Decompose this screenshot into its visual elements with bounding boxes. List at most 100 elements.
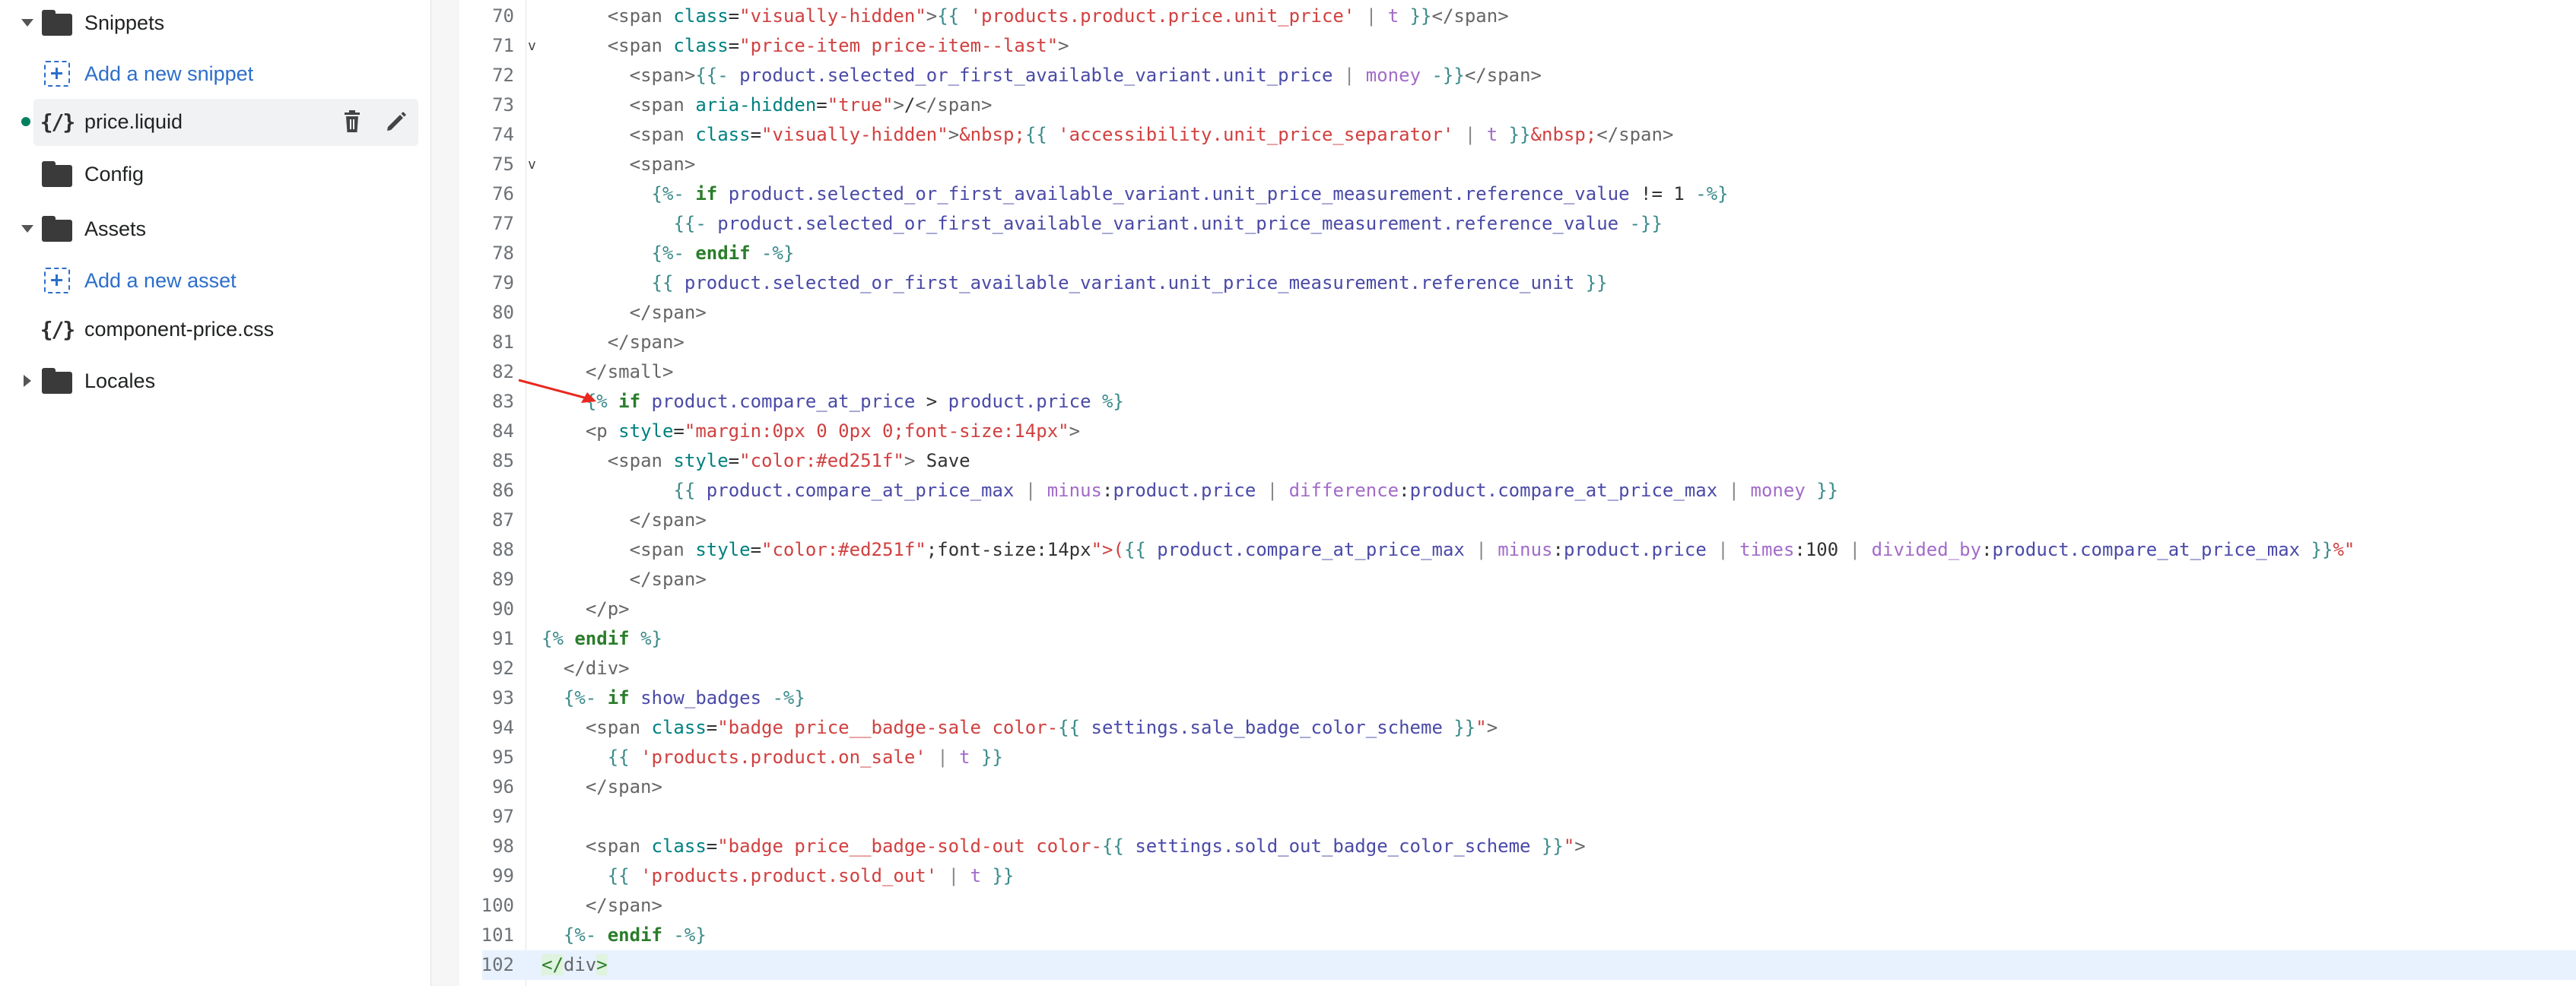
folder-icon	[40, 366, 75, 396]
code-line[interactable]: <span class="price-item price-item--last…	[542, 31, 1069, 61]
folder-label: Locales	[84, 369, 156, 392]
code-line[interactable]: <span style="color:#ed251f";font-size:14…	[542, 535, 2355, 565]
add-file-icon	[40, 265, 75, 296]
folder-icon	[40, 214, 75, 244]
line-number: 98	[492, 835, 514, 857]
trash-icon[interactable]	[339, 109, 365, 135]
code-file-icon: {/}	[40, 109, 76, 135]
code-line[interactable]: </span>	[542, 328, 684, 357]
line-number: 81	[492, 331, 514, 353]
caret-right-icon[interactable]	[17, 370, 38, 392]
line-number: 76	[492, 183, 514, 204]
code-line[interactable]: {%- endif -%}	[542, 921, 707, 950]
folder-label: Snippets	[84, 11, 165, 34]
line-number: 85	[492, 450, 514, 471]
folder-assets[interactable]: Assets	[0, 206, 430, 252]
folder-icon	[40, 159, 75, 189]
file-price-liquid[interactable]: {/} price.liquid	[0, 99, 430, 146]
code-line[interactable]: </span>	[542, 298, 707, 328]
code-line[interactable]: {{ product.selected_or_first_available_v…	[542, 268, 1608, 298]
add-snippet-label[interactable]: Add a new snippet	[84, 62, 253, 86]
code-line[interactable]: <span style="color:#ed251f"> Save	[542, 446, 970, 476]
line-number: 84	[492, 420, 514, 442]
fold-toggle-icon[interactable]: v	[528, 31, 542, 61]
line-number: 70	[492, 5, 514, 27]
line-number: 83	[492, 391, 514, 412]
code-line[interactable]: </span>	[542, 772, 662, 802]
line-number: 97	[492, 806, 514, 827]
line-number: 74	[492, 124, 514, 145]
code-line[interactable]: <span class="visually-hidden">{{ 'produc…	[542, 2, 1509, 31]
folder-label: Config	[84, 162, 145, 185]
line-number: 89	[492, 569, 514, 590]
line-number: 100	[481, 895, 514, 916]
file-label: price.liquid	[84, 109, 183, 133]
code-line[interactable]: {%- if product.selected_or_first_availab…	[542, 179, 1729, 209]
file-tree-sidebar: Snippets Add a new snippet {/} price.liq…	[0, 0, 430, 986]
code-line[interactable]: {%- endif -%}	[542, 239, 795, 268]
line-number: 92	[492, 658, 514, 679]
line-number: 87	[492, 509, 514, 531]
code-line[interactable]: {{- product.selected_or_first_available_…	[542, 209, 1662, 239]
folder-locales[interactable]: Locales	[0, 358, 430, 404]
line-number: 93	[492, 687, 514, 709]
line-number: 102	[481, 954, 514, 975]
file-component-price-css[interactable]: {/} component-price.css	[0, 306, 430, 352]
line-number-gutter: 70 71 72 73 74 75 76 77 78 79 80 81 82 83 84 85 86 87 88 89…	[459, 0, 526, 986]
folder-config[interactable]: Config	[0, 151, 430, 197]
line-number: 94	[492, 717, 514, 738]
line-number: 78	[492, 243, 514, 264]
code-editor[interactable]: 70 71 72 73 74 75 76 77 78 79 80 81 82 83 84 85 86 87 88 89…	[459, 0, 2576, 986]
code-line[interactable]: </div>	[542, 950, 608, 980]
add-file-icon	[40, 59, 75, 89]
file-label: component-price.css	[84, 317, 275, 341]
panel-splitter[interactable]	[430, 0, 459, 986]
line-number: 73	[492, 94, 514, 116]
line-number: 82	[492, 361, 514, 382]
code-line[interactable]: <span>{{- product.selected_or_first_avai…	[542, 61, 1542, 90]
line-number: 95	[492, 747, 514, 768]
code-line[interactable]: {{ 'products.product.sold_out' | t }}	[542, 861, 1015, 891]
code-line[interactable]: <p style="margin:0px 0 0px 0;font-size:1…	[542, 417, 1080, 446]
fold-toggle-icon[interactable]: v	[528, 150, 542, 179]
line-number: 72	[492, 65, 514, 86]
line-number: 75	[492, 154, 514, 175]
folder-icon	[40, 8, 75, 38]
line-number: 99	[492, 865, 514, 886]
active-line-highlight	[526, 950, 2576, 980]
add-new-asset-link[interactable]: Add a new asset	[0, 258, 430, 303]
code-line[interactable]: </p>	[542, 594, 630, 624]
line-number: 91	[492, 628, 514, 649]
code-line[interactable]: <span>	[542, 150, 696, 179]
code-line[interactable]: </span>	[542, 506, 707, 535]
line-number: 88	[492, 539, 514, 560]
line-number: 77	[492, 213, 514, 234]
line-number: 86	[492, 480, 514, 501]
folder-label: Assets	[84, 217, 147, 240]
red-arrow-annotation	[518, 379, 596, 403]
code-line[interactable]: <span aria-hidden="true">/</span>	[542, 90, 993, 120]
code-line[interactable]: {%- if show_badges -%}	[542, 683, 805, 713]
code-line[interactable]: {{ product.compare_at_price_max | minus:…	[542, 476, 1838, 506]
line-number: 71	[492, 35, 514, 56]
line-number: 79	[492, 272, 514, 293]
pencil-icon[interactable]	[383, 109, 409, 135]
code-line[interactable]: <span class="badge price__badge-sale col…	[542, 713, 1498, 743]
code-line[interactable]: {% if product.compare_at_price > product…	[542, 387, 1124, 417]
code-line[interactable]: </span>	[542, 565, 707, 594]
caret-down-icon[interactable]	[17, 12, 38, 33]
line-number: 80	[492, 302, 514, 323]
line-number: 90	[492, 598, 514, 620]
line-number: 96	[492, 776, 514, 797]
add-asset-label[interactable]: Add a new asset	[84, 269, 237, 293]
code-line[interactable]: {% endif %}	[542, 624, 662, 654]
code-line[interactable]: <span class="visually-hidden">&nbsp;{{ '…	[542, 120, 1674, 150]
add-new-snippet-link[interactable]: Add a new snippet	[0, 51, 430, 97]
line-number: 101	[481, 924, 514, 946]
caret-down-icon[interactable]	[17, 218, 38, 239]
code-line[interactable]: {{ 'products.product.on_sale' | t }}	[542, 743, 1003, 772]
code-line[interactable]: </span>	[542, 891, 662, 921]
code-line[interactable]: <span class="badge price__badge-sold-out…	[542, 832, 1586, 861]
folder-snippets[interactable]: Snippets	[0, 0, 430, 46]
code-line[interactable]: </div>	[542, 654, 630, 683]
